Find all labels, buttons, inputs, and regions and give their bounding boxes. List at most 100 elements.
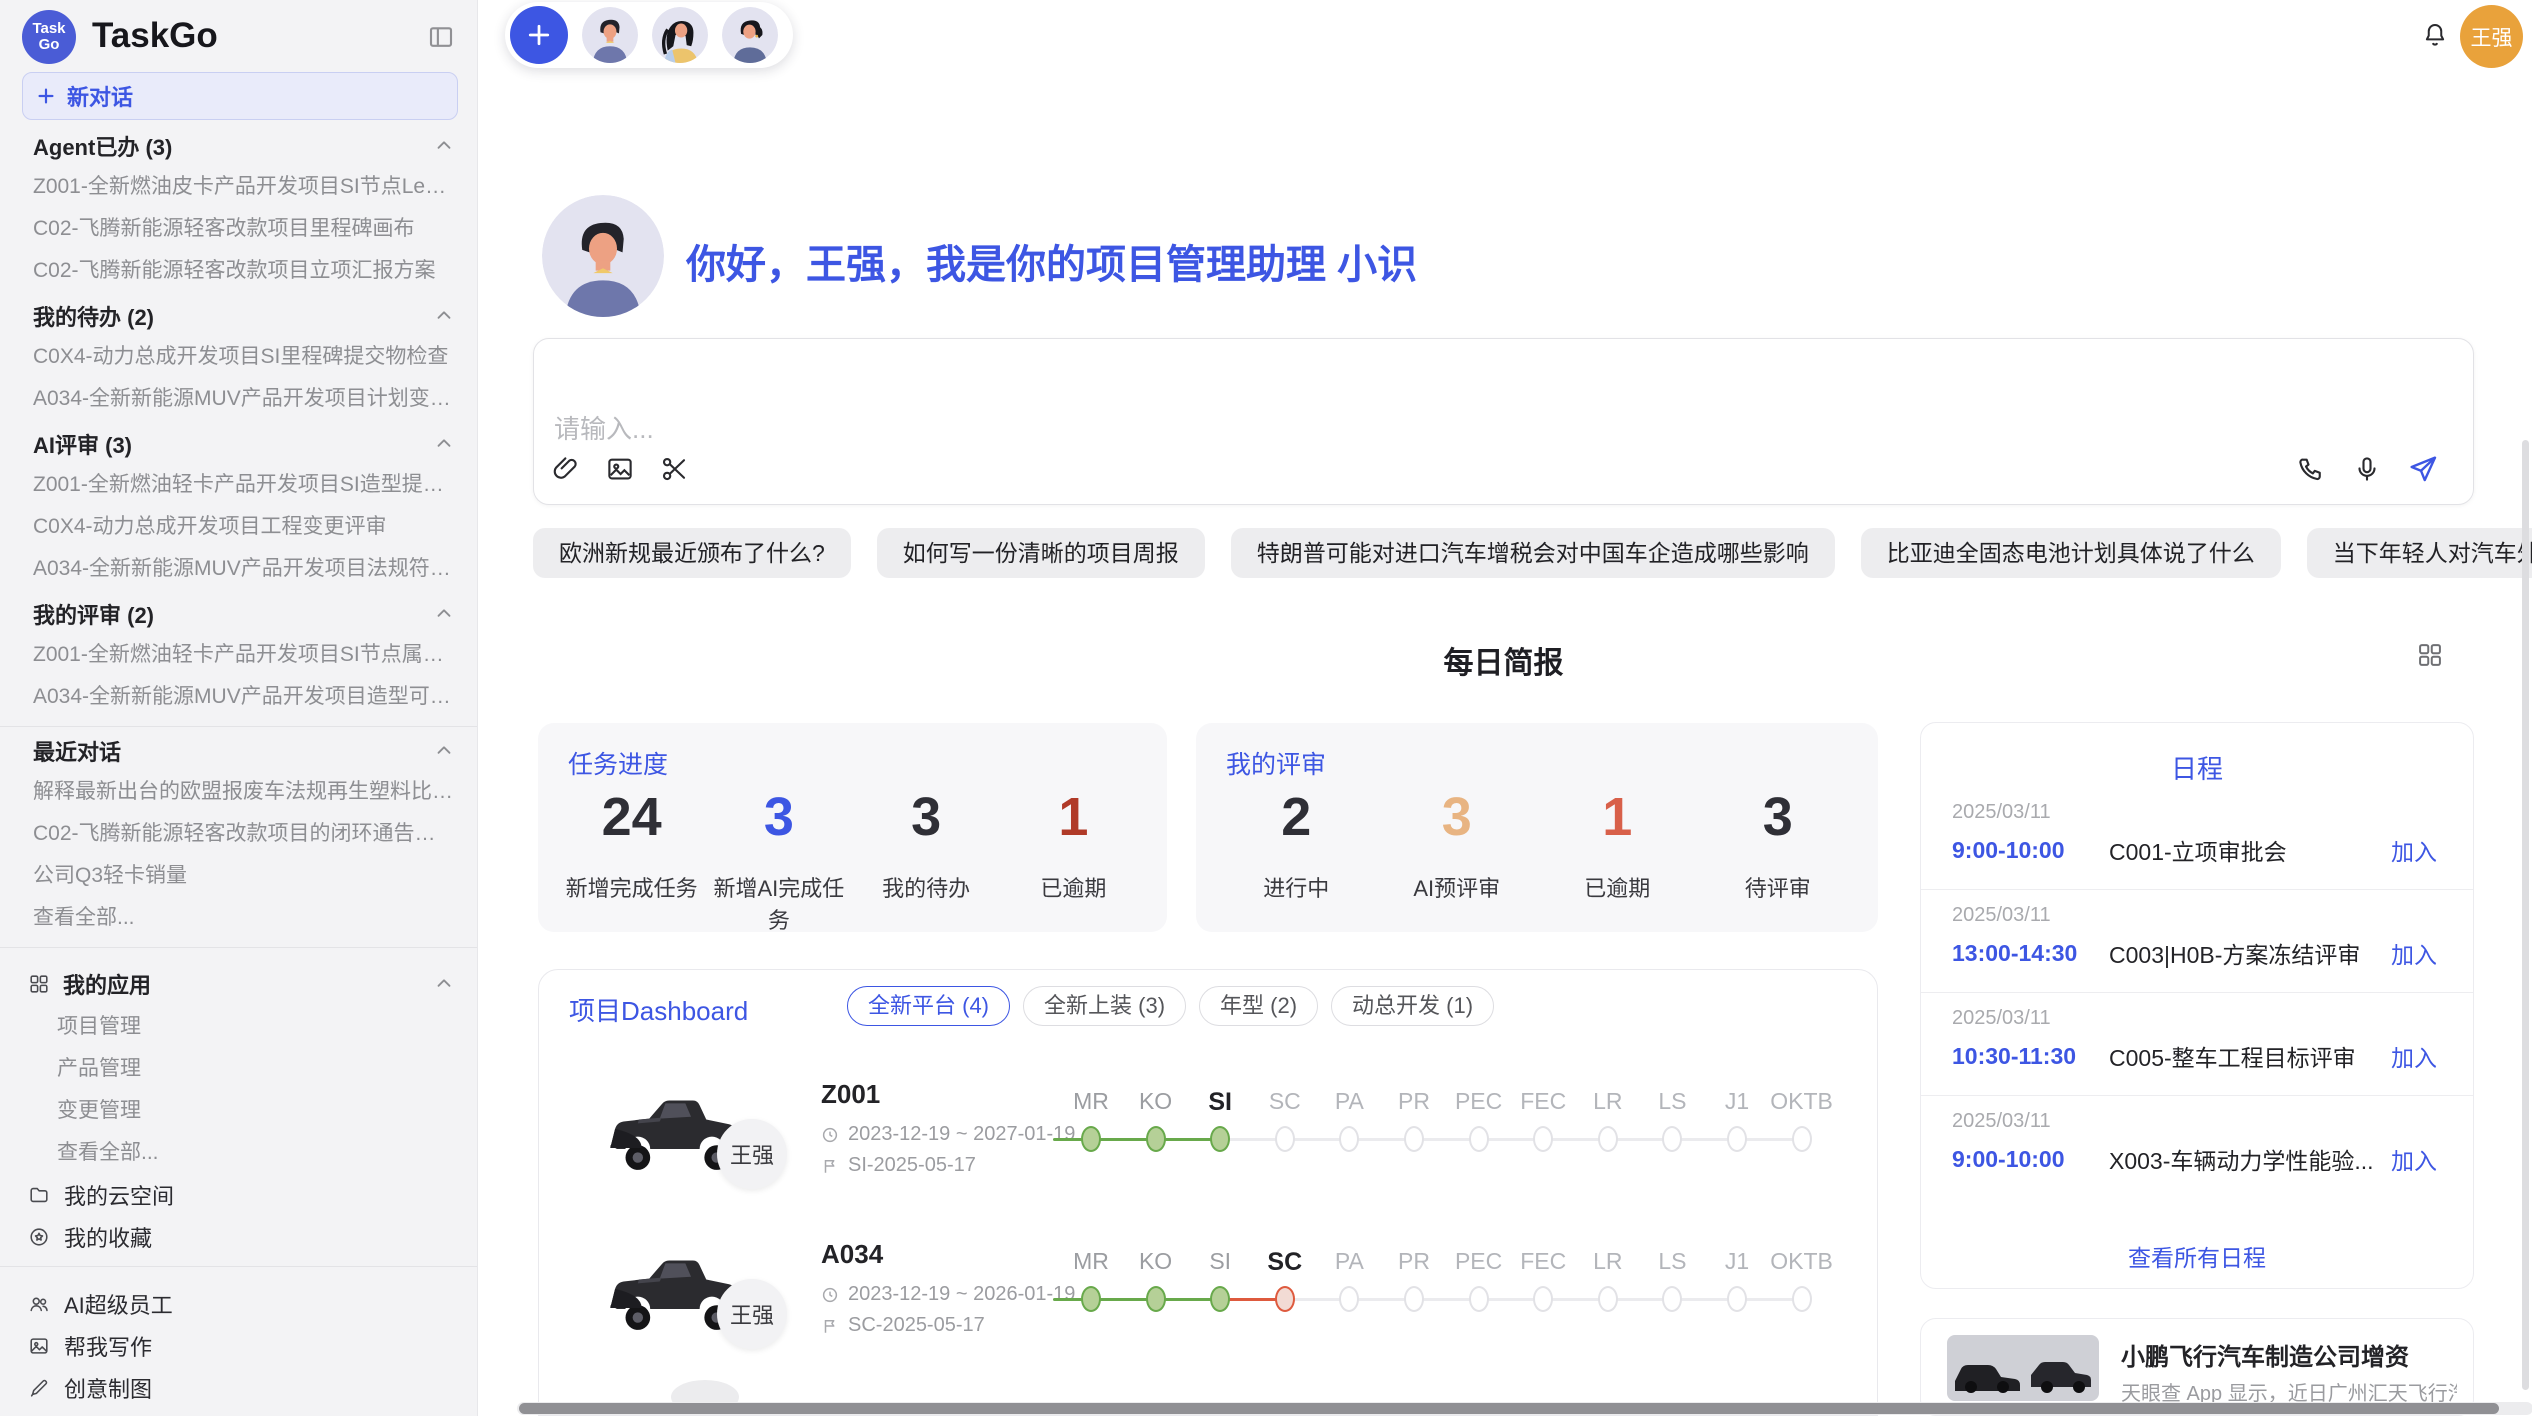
sidebar-section-header[interactable]: 我的待办 (2)	[0, 296, 477, 336]
milestone-dot[interactable]	[1598, 1126, 1618, 1152]
project-owner-avatar: 王强	[717, 1279, 787, 1349]
suggestion-chip[interactable]: 比亚迪全固态电池计划具体说了什么	[1861, 528, 2281, 578]
image-icon[interactable]	[604, 453, 636, 485]
send-icon[interactable]	[2407, 453, 2439, 485]
sidebar-section-header[interactable]: Agent已办 (3)	[0, 126, 477, 166]
milestone-dot[interactable]	[1146, 1126, 1166, 1152]
sidebar-item[interactable]: 解释最新出台的欧盟报废车法规再生塑料比例被调至15%...	[0, 771, 477, 813]
sidebar-section-header[interactable]: 我的评审 (2)	[0, 594, 477, 634]
milestone-dot[interactable]	[1533, 1286, 1553, 1312]
sidebar-item[interactable]: C02-飞腾新能源轻客改款项目的闭环通告反馈情况	[0, 813, 477, 855]
milestone-dot[interactable]	[1792, 1126, 1812, 1152]
sidebar-item[interactable]: C02-飞腾新能源轻客改款项目里程碑画布	[0, 208, 477, 250]
project-code[interactable]: A034	[821, 1239, 883, 1270]
sidebar-link-folder[interactable]: 我的云空间	[0, 1174, 477, 1216]
milestone-dot[interactable]	[1792, 1286, 1812, 1312]
dashboard-tab[interactable]: 全新上装 (3)	[1023, 986, 1186, 1026]
session-avatar-3[interactable]	[722, 7, 778, 63]
sidebar-tool-pen[interactable]: 创意制图	[0, 1367, 477, 1409]
suggestion-chip[interactable]: 特朗普可能对进口汽车增税会对中国车企造成哪些影响	[1231, 528, 1835, 578]
horizontal-scrollbar-thumb[interactable]	[519, 1403, 2499, 1414]
sidebar-app-item[interactable]: 产品管理	[0, 1048, 477, 1090]
milestone-dot[interactable]	[1210, 1286, 1230, 1312]
session-avatar-1[interactable]	[582, 7, 638, 63]
scissors-icon[interactable]	[658, 453, 690, 485]
sidebar-item[interactable]: Z001-全新燃油皮卡产品开发项目SI节点Lesson Learn报告	[0, 166, 477, 208]
sidebar-item[interactable]: C0X4-动力总成开发项目SI里程碑提交物检查	[0, 336, 477, 378]
suggestion-chip[interactable]: 如何写一份清晰的项目周报	[877, 528, 1205, 578]
schedule-join-link[interactable]: 加入	[2391, 1039, 2437, 1073]
milestone-dot[interactable]	[1275, 1126, 1295, 1152]
milestone-dot[interactable]	[1662, 1126, 1682, 1152]
schedule-join-link[interactable]: 加入	[2391, 1142, 2437, 1176]
sidebar-item[interactable]: A034-全新新能源MUV产品开发项目计划变更表编写	[0, 378, 477, 420]
suggestion-chip[interactable]: 当下年轻人对汽车外观有怎样的喜好趋势	[2307, 528, 2532, 578]
stat-value: 3	[853, 785, 1000, 849]
sidebar-app-item[interactable]: 项目管理	[0, 1006, 477, 1048]
sidebar-link-label: 我的收藏	[64, 1221, 152, 1253]
sidebar-section-header[interactable]: 我的应用	[0, 962, 477, 1006]
schedule-event-name: C005-整车工程目标评审	[2109, 1039, 2381, 1073]
sidebar-item[interactable]: C02-飞腾新能源轻客改款项目立项汇报方案	[0, 250, 477, 292]
project-code[interactable]: Z001	[821, 1079, 880, 1110]
sidebar-section-header[interactable]: AI评审 (3)	[0, 424, 477, 464]
folder-icon	[28, 1184, 50, 1206]
sidebar-collapse-icon[interactable]	[426, 22, 456, 52]
milestone-dot[interactable]	[1081, 1286, 1101, 1312]
sidebar-link-star[interactable]: 我的收藏	[0, 1216, 477, 1258]
my-review-card: 我的评审2进行中3AI预评审1已逾期3待评审	[1196, 723, 1878, 932]
stat-label: 新增完成任务	[558, 871, 705, 903]
milestone-dot[interactable]	[1404, 1286, 1424, 1312]
phone-icon[interactable]	[2295, 453, 2327, 485]
milestone-dot[interactable]	[1727, 1126, 1747, 1152]
sidebar-item[interactable]: A034-全新新能源MUV产品开发项目造型可行性评审	[0, 676, 477, 718]
milestone-dot[interactable]	[1533, 1126, 1553, 1152]
sidebar-app-item[interactable]: 查看全部...	[0, 1132, 477, 1174]
session-avatar-2[interactable]	[652, 7, 708, 63]
milestone-label: OKTB	[1757, 1088, 1847, 1115]
sidebar-item[interactable]: A034-全新新能源MUV产品开发项目法规符合性评审	[0, 548, 477, 590]
mic-icon[interactable]	[2351, 453, 2383, 485]
bell-icon[interactable]	[2420, 20, 2450, 50]
new-chat-button[interactable]: 新对话	[22, 72, 458, 120]
schedule-view-all-link[interactable]: 查看所有日程	[1921, 1239, 2473, 1273]
sidebar-section-header[interactable]: 最近对话	[0, 731, 477, 771]
sidebar-tool-people[interactable]: AI超级员工	[0, 1283, 477, 1325]
vertical-scrollbar-thumb[interactable]	[2522, 440, 2529, 1390]
milestone-dot[interactable]	[1081, 1126, 1101, 1152]
schedule-join-link[interactable]: 加入	[2391, 936, 2437, 970]
sidebar-item[interactable]: 公司Q3轻卡销量	[0, 855, 477, 897]
sidebar-tool-label: AI超级员工	[64, 1288, 173, 1320]
user-avatar[interactable]: 王强	[2460, 5, 2523, 68]
dashboard-tab[interactable]: 动总开发 (1)	[1331, 986, 1494, 1026]
milestone-dot[interactable]	[1275, 1286, 1295, 1312]
new-session-button[interactable]	[510, 6, 568, 64]
milestone-dot[interactable]	[1210, 1126, 1230, 1152]
grid-layout-icon[interactable]	[2416, 641, 2444, 669]
milestone-dot[interactable]	[1727, 1286, 1747, 1312]
milestone-dot[interactable]	[1339, 1126, 1359, 1152]
milestone-dot[interactable]	[1469, 1286, 1489, 1312]
sidebar-tool-image[interactable]: 帮我写作	[0, 1325, 477, 1367]
attachment-icon[interactable]	[550, 453, 582, 485]
dashboard-tab[interactable]: 全新平台 (4)	[847, 986, 1010, 1026]
milestone-dot[interactable]	[1469, 1126, 1489, 1152]
sidebar-item[interactable]: Z001-全新燃油轻卡产品开发项目SI造型提交物评审	[0, 464, 477, 506]
section-title: 我的应用	[63, 968, 151, 1000]
sidebar-item[interactable]: Z001-全新燃油轻卡产品开发项目SI节点属性5D文件评审	[0, 634, 477, 676]
milestone-dot[interactable]	[1598, 1286, 1618, 1312]
dashboard-tab[interactable]: 年型 (2)	[1199, 986, 1318, 1026]
milestone-dot[interactable]	[1146, 1286, 1166, 1312]
milestone-dot[interactable]	[1662, 1286, 1682, 1312]
project-row: 王强A0342023-12-19 ~ 2026-01-19SC-2025-05-…	[539, 1217, 1878, 1377]
my-apps-section: 我的应用项目管理产品管理变更管理查看全部...我的云空间我的收藏	[0, 962, 477, 1258]
schedule-join-link[interactable]: 加入	[2391, 833, 2437, 867]
section-title: AI评审 (3)	[33, 428, 132, 460]
sidebar-app-item[interactable]: 变更管理	[0, 1090, 477, 1132]
sidebar-item[interactable]: C0X4-动力总成开发项目工程变更评审	[0, 506, 477, 548]
milestone-dot[interactable]	[1404, 1126, 1424, 1152]
sidebar-item[interactable]: 查看全部...	[0, 897, 477, 939]
message-composer[interactable]: 请输入...	[533, 338, 2474, 505]
suggestion-chip[interactable]: 欧洲新规最近颁布了什么?	[533, 528, 851, 578]
milestone-dot[interactable]	[1339, 1286, 1359, 1312]
